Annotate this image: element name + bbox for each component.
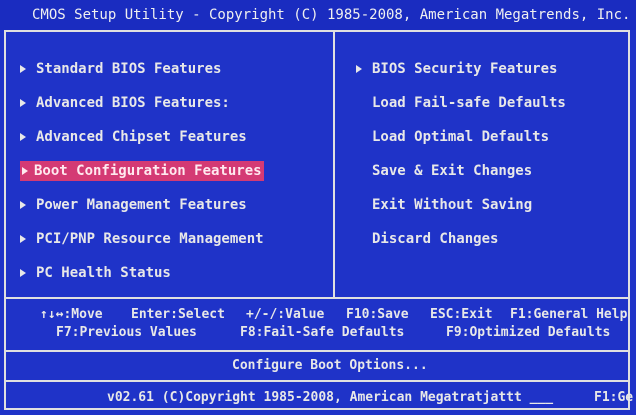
- arrow-right-icon: [356, 65, 362, 73]
- help-previous-values: F7:Previous Values: [56, 325, 197, 340]
- menu-item-label: Power Management Features: [36, 197, 247, 213]
- menu-item-advanced-bios[interactable]: Advanced BIOS Features:: [20, 86, 264, 120]
- divider-footer-top: [4, 380, 630, 382]
- help-optimized-defaults: F9:Optimized Defaults: [446, 325, 611, 340]
- help-value: +/-/:Value: [246, 307, 325, 322]
- bios-title: CMOS Setup Utility - Copyright (C) 1985-…: [32, 7, 631, 23]
- menu-item-label: PC Health Status: [36, 265, 171, 281]
- menu-item-label: Advanced BIOS Features:: [36, 95, 230, 111]
- right-menu: BIOS Security Features Load Fail-safe De…: [356, 52, 566, 256]
- menu-item-advanced-chipset[interactable]: Advanced Chipset Features: [20, 120, 264, 154]
- menu-item-label: Exit Without Saving: [372, 197, 533, 213]
- menu-item-label: Discard Changes: [372, 231, 499, 247]
- menu-item-label: Load Optimal Defaults: [372, 129, 550, 145]
- menu-item-bios-security[interactable]: BIOS Security Features: [356, 52, 566, 86]
- help-move: ↑↓↔:Move: [40, 307, 103, 322]
- menu-item-power-management[interactable]: Power Management Features: [20, 188, 264, 222]
- menu-item-load-optimal[interactable]: Load Optimal Defaults: [356, 120, 566, 154]
- help-failsafe-defaults: F8:Fail-Safe Defaults: [240, 325, 405, 340]
- arrow-right-icon: [20, 99, 26, 107]
- column-divider: [333, 32, 335, 298]
- menu-item-pc-health[interactable]: PC Health Status: [20, 256, 264, 290]
- menu-item-discard-changes[interactable]: Discard Changes: [356, 222, 566, 256]
- divider-desc-top: [4, 350, 630, 352]
- help-general: F1:General Help: [510, 307, 628, 322]
- help-exit: ESC:Exit: [430, 307, 493, 322]
- help-select: Enter:Select: [131, 307, 225, 322]
- arrow-right-icon: [20, 269, 26, 277]
- menu-item-label: Standard BIOS Features: [36, 61, 222, 77]
- footer-copyright: v02.61 (C)Copyright 1985-2008, American …: [107, 390, 554, 405]
- arrow-right-icon: [20, 201, 26, 209]
- title-bar: CMOS Setup Utility - Copyright (C) 1985-…: [0, 0, 636, 30]
- menu-item-label: Load Fail-safe Defaults: [372, 95, 566, 111]
- help-save: F10:Save: [346, 307, 409, 322]
- menu-item-label: PCI/PNP Resource Management: [36, 231, 264, 247]
- menu-item-label: Save & Exit Changes: [372, 163, 533, 179]
- menu-item-boot-configuration[interactable]: Boot Configuration Features: [20, 154, 264, 188]
- footer-help-hint: F1:Ge: [594, 390, 634, 405]
- menu-item-load-failsafe[interactable]: Load Fail-safe Defaults: [356, 86, 566, 120]
- arrow-right-icon: [20, 65, 26, 73]
- arrow-right-icon: [20, 235, 26, 243]
- divider-help-top: [4, 297, 630, 299]
- selection-highlight: Boot Configuration Features: [20, 161, 264, 181]
- menu-item-exit-without-saving[interactable]: Exit Without Saving: [356, 188, 566, 222]
- menu-item-pci-pnp[interactable]: PCI/PNP Resource Management: [20, 222, 264, 256]
- menu-item-label: BIOS Security Features: [372, 61, 558, 77]
- arrow-right-icon: [22, 167, 28, 175]
- menu-item-label: Advanced Chipset Features: [36, 129, 247, 145]
- item-description: Configure Boot Options...: [232, 358, 428, 373]
- arrow-right-icon: [20, 133, 26, 141]
- menu-item-save-exit[interactable]: Save & Exit Changes: [356, 154, 566, 188]
- left-menu: Standard BIOS Features Advanced BIOS Fea…: [20, 52, 264, 290]
- menu-item-label: Boot Configuration Features: [34, 163, 262, 179]
- menu-item-standard-bios[interactable]: Standard BIOS Features: [20, 52, 264, 86]
